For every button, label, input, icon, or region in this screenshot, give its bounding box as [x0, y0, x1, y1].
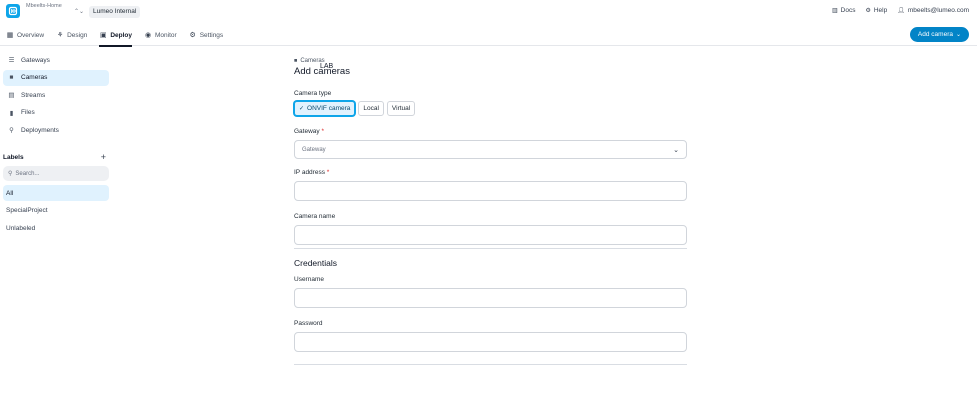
gateway-label-text: Gateway — [294, 128, 320, 135]
file-icon: ▮ — [9, 109, 14, 117]
gateway-select[interactable]: Gateway ⌄ — [294, 140, 687, 159]
section-divider — [294, 364, 687, 365]
tab-settings[interactable]: ⚙ Settings — [189, 24, 224, 46]
help-icon: ⚙ — [865, 8, 871, 14]
label-item-text: SpecialProject — [6, 207, 48, 214]
docs-label: Docs — [840, 7, 856, 14]
sidebar-item-label: Files — [21, 109, 35, 116]
tab-label: Deploy — [110, 31, 132, 39]
camera-type-label-text: Virtual — [391, 105, 411, 112]
stream-icon: ▤ — [8, 92, 15, 99]
logo-glyph-icon — [8, 6, 18, 16]
design-icon: ⚘ — [56, 32, 64, 39]
chevron-down-icon: ⌄ — [673, 146, 679, 154]
main-tabs: ▦ Overview ⚘ Design ▣ Deploy ◉ Monitor ⚙… — [6, 24, 224, 47]
label-item-text: Unlabeled — [6, 224, 36, 232]
add-cameras-form: ■ Cameras Add cameras Camera type ✓ ONVI… — [294, 58, 687, 365]
camera-type-label-text: ONVIF camera — [307, 105, 351, 112]
help-link[interactable]: ⚙ Help — [865, 7, 887, 14]
user-icon: 👤︎ — [897, 8, 905, 14]
top-bar: Mbeelts-Home LAB ⌃⌄ Lumeo Internal ▥ Doc… — [0, 0, 977, 70]
deployment-icon: ⚲ — [9, 127, 14, 134]
sidebar-item-cameras[interactable]: ■ Cameras — [3, 69, 109, 86]
page-title: Add cameras — [294, 66, 350, 77]
gateway-select-value: Gateway — [302, 146, 326, 153]
docs-link[interactable]: ▥ Docs — [832, 7, 855, 14]
help-label: Help — [873, 7, 888, 14]
username-input[interactable] — [294, 288, 687, 308]
sidebar-item-label: Cameras — [21, 74, 48, 81]
gateway-icon: ☰ — [8, 57, 15, 64]
lumeo-logo-icon[interactable] — [6, 4, 20, 18]
ip-address-field-label: IP address * — [294, 169, 687, 176]
sidebar-item-files[interactable]: ▮ Files — [3, 105, 109, 121]
tab-design[interactable]: ⚘ Design — [56, 24, 87, 46]
grid-icon: ▦ — [6, 32, 14, 39]
sidebar-item-label: Deployments — [21, 126, 59, 134]
org-name: Mbeelts-Home — [26, 3, 62, 9]
label-search-input[interactable]: ⚲ Search... — [3, 166, 109, 181]
search-placeholder: Search... — [15, 170, 40, 177]
top-right-links: ▥ Docs ⚙ Help 👤︎ mbeelts@lumeo.com — [832, 7, 969, 14]
required-mark: * — [321, 128, 324, 135]
monitor-icon: ◉ — [144, 32, 152, 39]
ip-label-text: IP address — [294, 169, 325, 176]
add-camera-label: Add camera — [917, 31, 953, 38]
camera-icon: ■ — [294, 58, 298, 64]
chevron-down-icon: ⌄ — [955, 32, 961, 38]
deploy-icon: ▣ — [100, 32, 107, 39]
tab-label: Settings — [199, 31, 224, 39]
sidebar-item-label: Gateways — [21, 56, 50, 64]
camera-type-label-text: Local — [363, 105, 379, 112]
camera-type-onvif-button[interactable]: ✓ ONVIF camera — [294, 101, 356, 116]
camera-type-selector: ✓ ONVIF camera Local Virtual — [294, 101, 687, 116]
workspace-chip[interactable]: Lumeo Internal — [89, 6, 141, 18]
username-label: Username — [294, 276, 324, 283]
tab-deploy[interactable]: ▣ Deploy — [99, 24, 132, 47]
docs-icon: ▥ — [831, 8, 838, 14]
labels-title: Labels — [3, 153, 24, 161]
org-switcher[interactable]: Mbeelts-Home LAB — [26, 3, 333, 70]
tab-overview[interactable]: ▦ Overview — [6, 24, 44, 46]
sidebar-item-deployments[interactable]: ⚲ Deployments — [3, 122, 109, 138]
camera-icon: ■ — [9, 74, 14, 81]
label-item-unlabeled[interactable]: Unlabeled — [3, 220, 109, 236]
ip-address-input[interactable] — [294, 181, 687, 201]
label-item-text: All — [6, 189, 14, 197]
user-email: mbeelts@lumeo.com — [907, 7, 969, 14]
breadcrumb[interactable]: ■ Cameras — [294, 58, 687, 64]
camera-name-input[interactable] — [294, 225, 687, 245]
check-icon: ✓ — [299, 106, 305, 112]
tab-label: Monitor — [155, 31, 177, 39]
tab-label: Design — [67, 31, 88, 39]
add-label-plus-icon[interactable]: + — [101, 152, 106, 162]
add-camera-button[interactable]: Add camera ⌄ — [909, 27, 969, 42]
password-input[interactable] — [294, 332, 687, 352]
sidebar: ☰ Gateways ■ Cameras ▤ Streams ▮ Files ⚲… — [0, 52, 112, 238]
labels-header: Labels + — [3, 152, 106, 162]
breadcrumb-label: Cameras — [300, 58, 325, 64]
required-mark: * — [326, 169, 330, 176]
camera-type-local-button[interactable]: Local — [358, 101, 384, 116]
nav-bar: ▦ Overview ⚘ Design ▣ Deploy ◉ Monitor ⚙… — [0, 24, 977, 47]
camera-name-label: Camera name — [294, 213, 336, 220]
password-label: Password — [294, 320, 323, 327]
sidebar-item-streams[interactable]: ▤ Streams — [3, 87, 109, 103]
org-switcher-chevron-icon[interactable]: ⌃⌄ — [74, 8, 84, 15]
camera-type-virtual-button[interactable]: Virtual — [386, 101, 416, 116]
sidebar-item-gateways[interactable]: ☰ Gateways — [3, 52, 109, 68]
label-item-all[interactable]: All — [3, 185, 109, 201]
tab-label: Overview — [17, 31, 45, 39]
camera-type-label: Camera type — [294, 90, 332, 97]
credentials-title: Credentials — [294, 258, 337, 268]
search-icon: ⚲ — [8, 171, 13, 177]
gateway-field-label: Gateway * — [294, 128, 687, 135]
section-divider — [294, 248, 687, 249]
user-menu[interactable]: 👤︎ mbeelts@lumeo.com — [897, 7, 969, 14]
sidebar-item-label: Streams — [21, 91, 46, 99]
gear-icon: ⚙ — [189, 32, 196, 39]
tab-monitor[interactable]: ◉ Monitor — [144, 24, 177, 46]
label-item-specialproject[interactable]: SpecialProject — [3, 203, 109, 219]
